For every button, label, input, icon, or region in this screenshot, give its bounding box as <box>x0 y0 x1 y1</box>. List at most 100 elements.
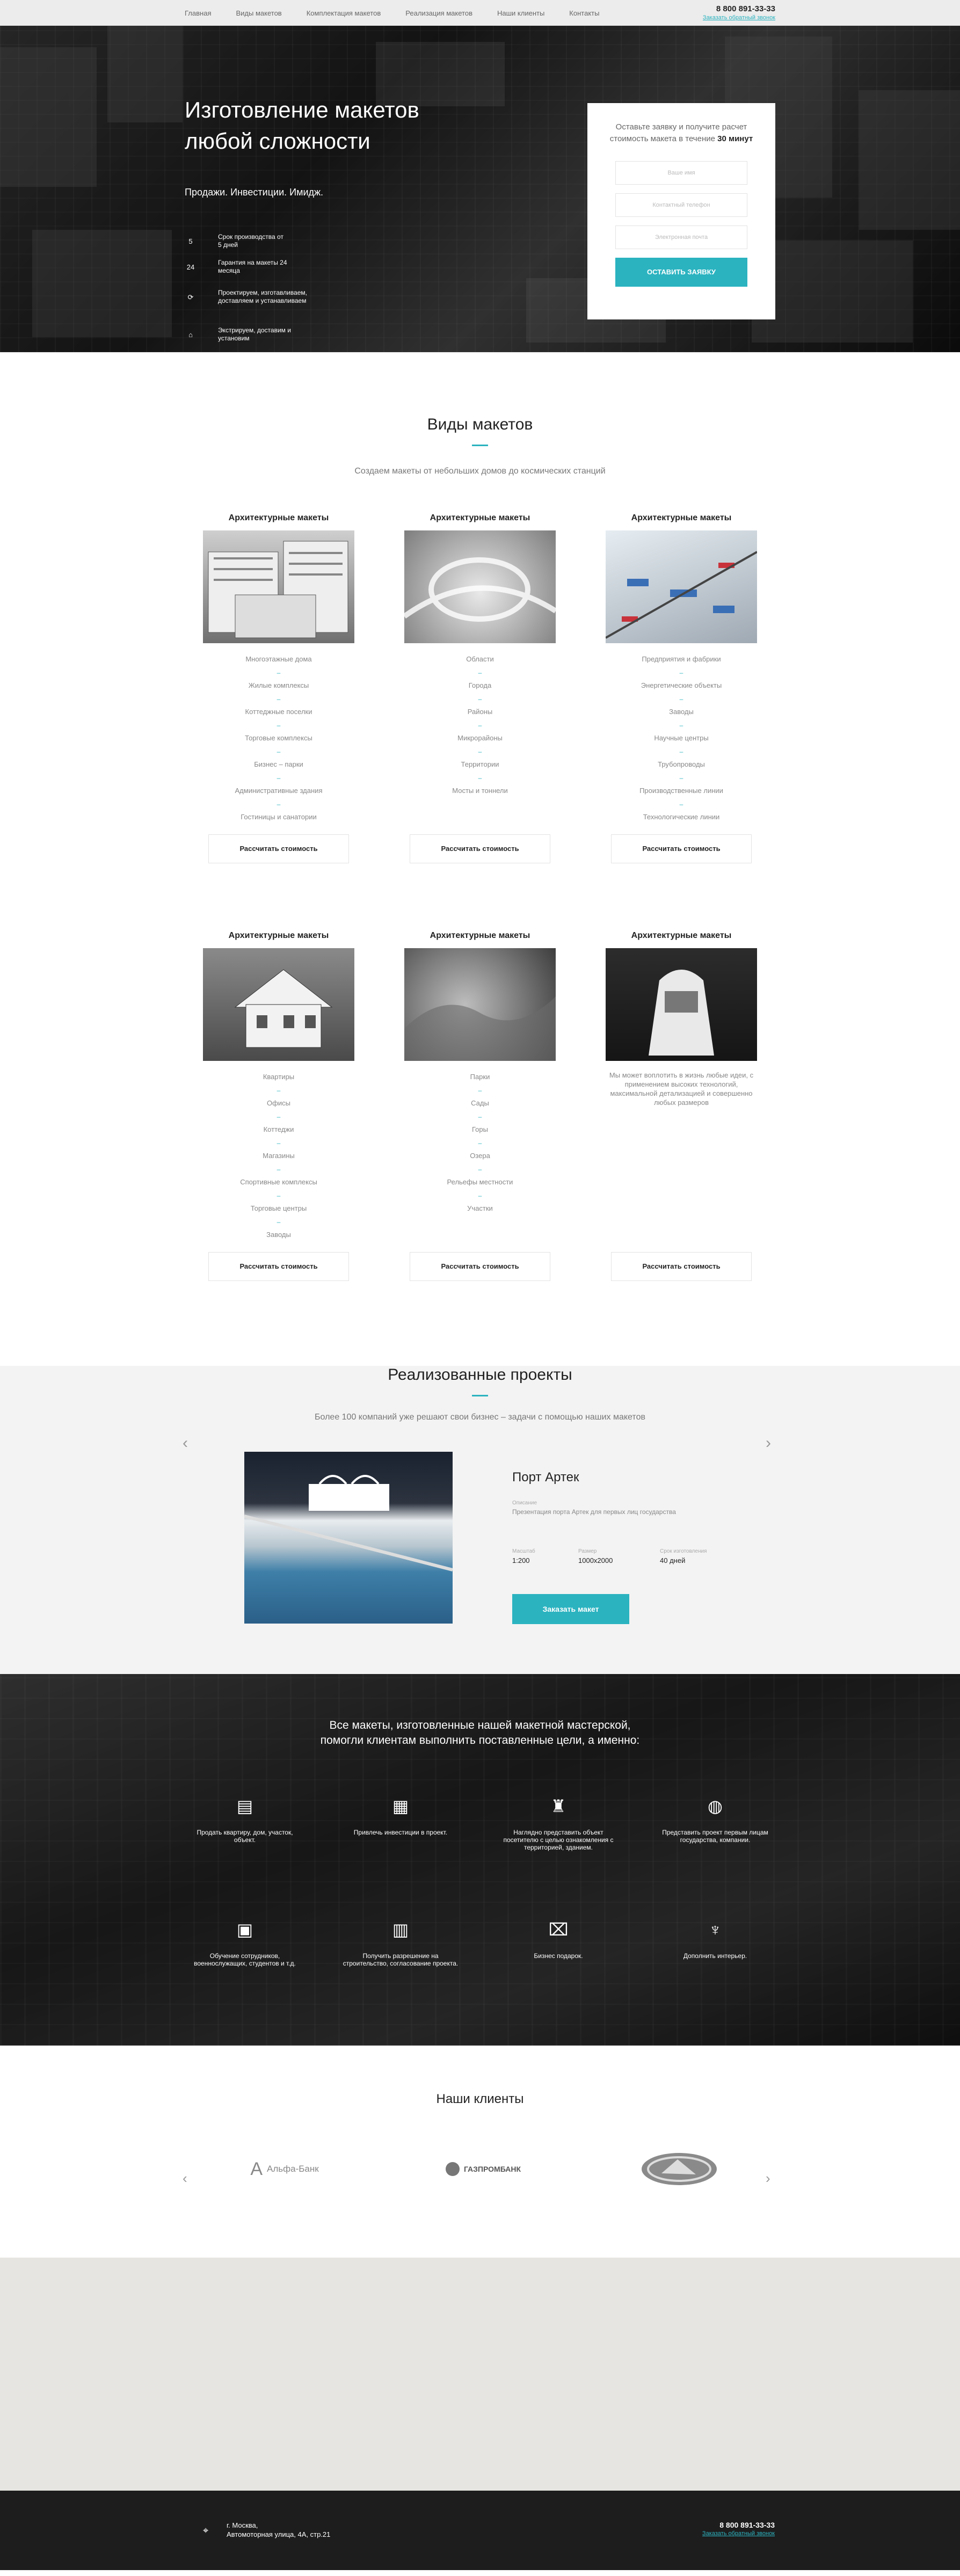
card-heading: Архитектурные макеты <box>430 513 530 522</box>
feature-term: 5 Срок производства от 5 дней <box>185 233 324 249</box>
title-underline <box>472 445 488 446</box>
lada-boat-icon <box>642 2153 717 2185</box>
list-item: Районы <box>467 708 493 716</box>
document-chart-icon: ▦ <box>392 1796 409 1816</box>
chevron-left-icon[interactable]: ‹ <box>183 1434 188 1452</box>
alfa-a-icon: A <box>250 2158 263 2179</box>
presentation-icon: ▣ <box>236 1920 253 1939</box>
card-list: Многоэтажные дома – Жилые комплексы – Котт… <box>198 653 359 824</box>
calculate-button[interactable]: Рассчитать стоимость <box>208 1252 349 1281</box>
project-size: Размер 1000х2000 <box>578 1548 613 1564</box>
nav-link-clients[interactable]: Наши клиенты <box>497 9 544 17</box>
chevron-right-icon[interactable]: › <box>766 1434 771 1452</box>
projects-section: Реализованные проекты Более 100 компаний… <box>0 1366 960 1674</box>
calculate-button[interactable]: Рассчитать стоимость <box>208 834 349 863</box>
card-list: Области – Города – Районы – Микрорайоны – Те… <box>399 653 561 798</box>
buildings-model-image <box>203 530 354 643</box>
types-subtitle: Создаем макеты от небольших домов до кос… <box>354 467 606 476</box>
list-item: Жилые комплексы <box>248 681 309 689</box>
nav-link-home[interactable]: Главная <box>185 9 211 17</box>
type-card-landscape: Архитектурные макеты Парки – Сады – Горы – … <box>399 931 561 1281</box>
project-photo <box>244 1452 453 1624</box>
list-item: Торговые комплексы <box>245 734 312 742</box>
list-item: Технологические линии <box>643 813 720 821</box>
list-item: Спортивные комплексы <box>240 1178 317 1186</box>
list-item: Заводы <box>266 1231 291 1239</box>
nav-link-types[interactable]: Виды макетов <box>236 9 281 17</box>
list-item: Офисы <box>267 1099 290 1107</box>
list-item: Производственные линии <box>639 787 723 795</box>
clients-section: Наши клиенты ‹ › A Альфа-Банк ГАЗПРОМБАН… <box>0 2046 960 2258</box>
list-item: Предприятия и фабрики <box>642 655 721 663</box>
project-term: Срок изготовления 40 дней <box>660 1548 707 1564</box>
header-contacts: 8 800 891-33-33 Заказать обратный звонок <box>703 4 775 21</box>
submit-request-button[interactable]: ОСТАВИТЬ ЗАЯВКУ <box>615 258 747 287</box>
feature-term-icon: 5 <box>188 237 193 245</box>
result-sell: ▤ Продать квартиру, дом, участок, объект. <box>186 1796 304 1844</box>
feature-delivery-text: Экстрируем, доставим и установим <box>218 326 291 342</box>
list-item: Заводы <box>669 708 694 716</box>
feature-cycle-text: Проектируем, изготавливаем, доставляем и… <box>218 289 307 304</box>
card-list: Квартиры – Офисы – Коттеджи – Магазины – Спо… <box>198 1071 359 1242</box>
card-list: Парки – Сады – Горы – Озера – Рельефы местно… <box>399 1071 561 1216</box>
feature-warranty: 24 Гарантия на макеты 24 месяца <box>185 259 324 275</box>
city-icon: ♜ <box>550 1796 566 1816</box>
types-section: Виды макетов Создаем макеты от небольших… <box>0 352 960 1366</box>
header-callback-link[interactable]: Заказать обратный звонок <box>703 14 775 21</box>
list-item: Многоэтажные дома <box>245 655 312 663</box>
sale-sign-icon: ▤ <box>236 1796 253 1816</box>
phone-input[interactable]: Контактный телефон <box>615 193 747 217</box>
client-logo-gazprombank: ГАЗПРОМБАНК <box>435 2153 532 2185</box>
cycle-icon: ⟳ <box>187 293 194 301</box>
request-form: Оставьте заявку и получите расчет стоимо… <box>587 103 775 319</box>
calculate-button[interactable]: Рассчитать стоимость <box>410 1252 550 1281</box>
list-item: Рельефы местности <box>447 1178 513 1186</box>
form-text: Оставьте заявку и получите расчет стоимо… <box>609 122 753 143</box>
calculate-button[interactable]: Рассчитать стоимость <box>611 834 752 863</box>
footer-callback-link[interactable]: Заказать обратный звонок <box>702 2530 775 2537</box>
chevron-left-icon[interactable]: ‹ <box>183 2170 187 2187</box>
list-item: Коттеджные поселки <box>245 708 312 716</box>
list-item: Участки <box>467 1204 493 1212</box>
hero-subtitle: Продажи. Инвестиции. Имидж. <box>185 187 324 198</box>
header-phone[interactable]: 8 800 891-33-33 <box>703 4 775 13</box>
card-heading: Архитектурные макеты <box>631 513 732 522</box>
box-icon: ⌂ <box>188 330 193 339</box>
title-underline <box>472 1395 488 1396</box>
types-title: Виды макетов <box>427 416 533 433</box>
landscape-model-image <box>404 948 556 1061</box>
result-gift: ⌧ Бизнес подарок. <box>499 1920 617 1960</box>
list-item: Сады <box>471 1099 489 1107</box>
list-item: Территории <box>461 760 499 768</box>
nav-link-projects[interactable]: Реализация макетов <box>405 9 472 17</box>
result-invest: ▦ Привлечь инвестиции в проект. <box>341 1796 460 1836</box>
footer-phone[interactable]: 8 800 891-33-33 <box>702 2521 775 2529</box>
client-logo-alfabank: A Альфа-Банк <box>250 2158 319 2179</box>
list-item: Города <box>468 681 492 689</box>
footer-address: г. Москва, Автомоторная улица, 4А, стр.21 <box>227 2521 331 2538</box>
chevron-right-icon[interactable]: › <box>766 2170 770 2187</box>
order-model-button[interactable]: Заказать макет <box>512 1594 629 1624</box>
footer-contacts: 8 800 891-33-33 Заказать обратный звонок <box>702 2521 775 2537</box>
result-officials: ◍ Представить проект первым лицам государ… <box>656 1796 774 1844</box>
list-item: Энергетические объекты <box>641 681 722 689</box>
nav-link-contacts[interactable]: Контакты <box>569 9 599 17</box>
list-item: Гостиницы и санатории <box>241 813 317 821</box>
project-description: Описание Презентация порта Артек для пер… <box>512 1500 676 1516</box>
project-name: Порт Артек <box>512 1470 579 1485</box>
type-card-urban: Архитектурные макеты Области – Города – Ра… <box>399 513 561 863</box>
list-item: Мосты и тоннели <box>452 787 508 795</box>
nav-link-equipment[interactable]: Комплектация макетов <box>307 9 381 17</box>
calculate-button[interactable]: Рассчитать стоимость <box>611 1252 752 1281</box>
client-logo-lada <box>639 2153 719 2185</box>
result-training: ▣ Обучение сотрудников, военнослужащих, с… <box>186 1920 304 1967</box>
card-list: Предприятия и фабрики – Энергетические об… <box>601 653 762 824</box>
card-heading: Архитектурные макеты <box>430 931 530 940</box>
calculate-button[interactable]: Рассчитать стоимость <box>410 834 550 863</box>
list-item: Коттеджи <box>263 1125 294 1133</box>
email-input[interactable]: Электронная почта <box>615 225 747 249</box>
type-card-industrial: Архитектурные макеты Предприятия и фабри… <box>601 513 762 863</box>
name-input[interactable]: Ваше имя <box>615 161 747 185</box>
feature-term-text: Срок производства от 5 дней <box>218 233 283 249</box>
list-item: Административные здания <box>235 787 323 795</box>
